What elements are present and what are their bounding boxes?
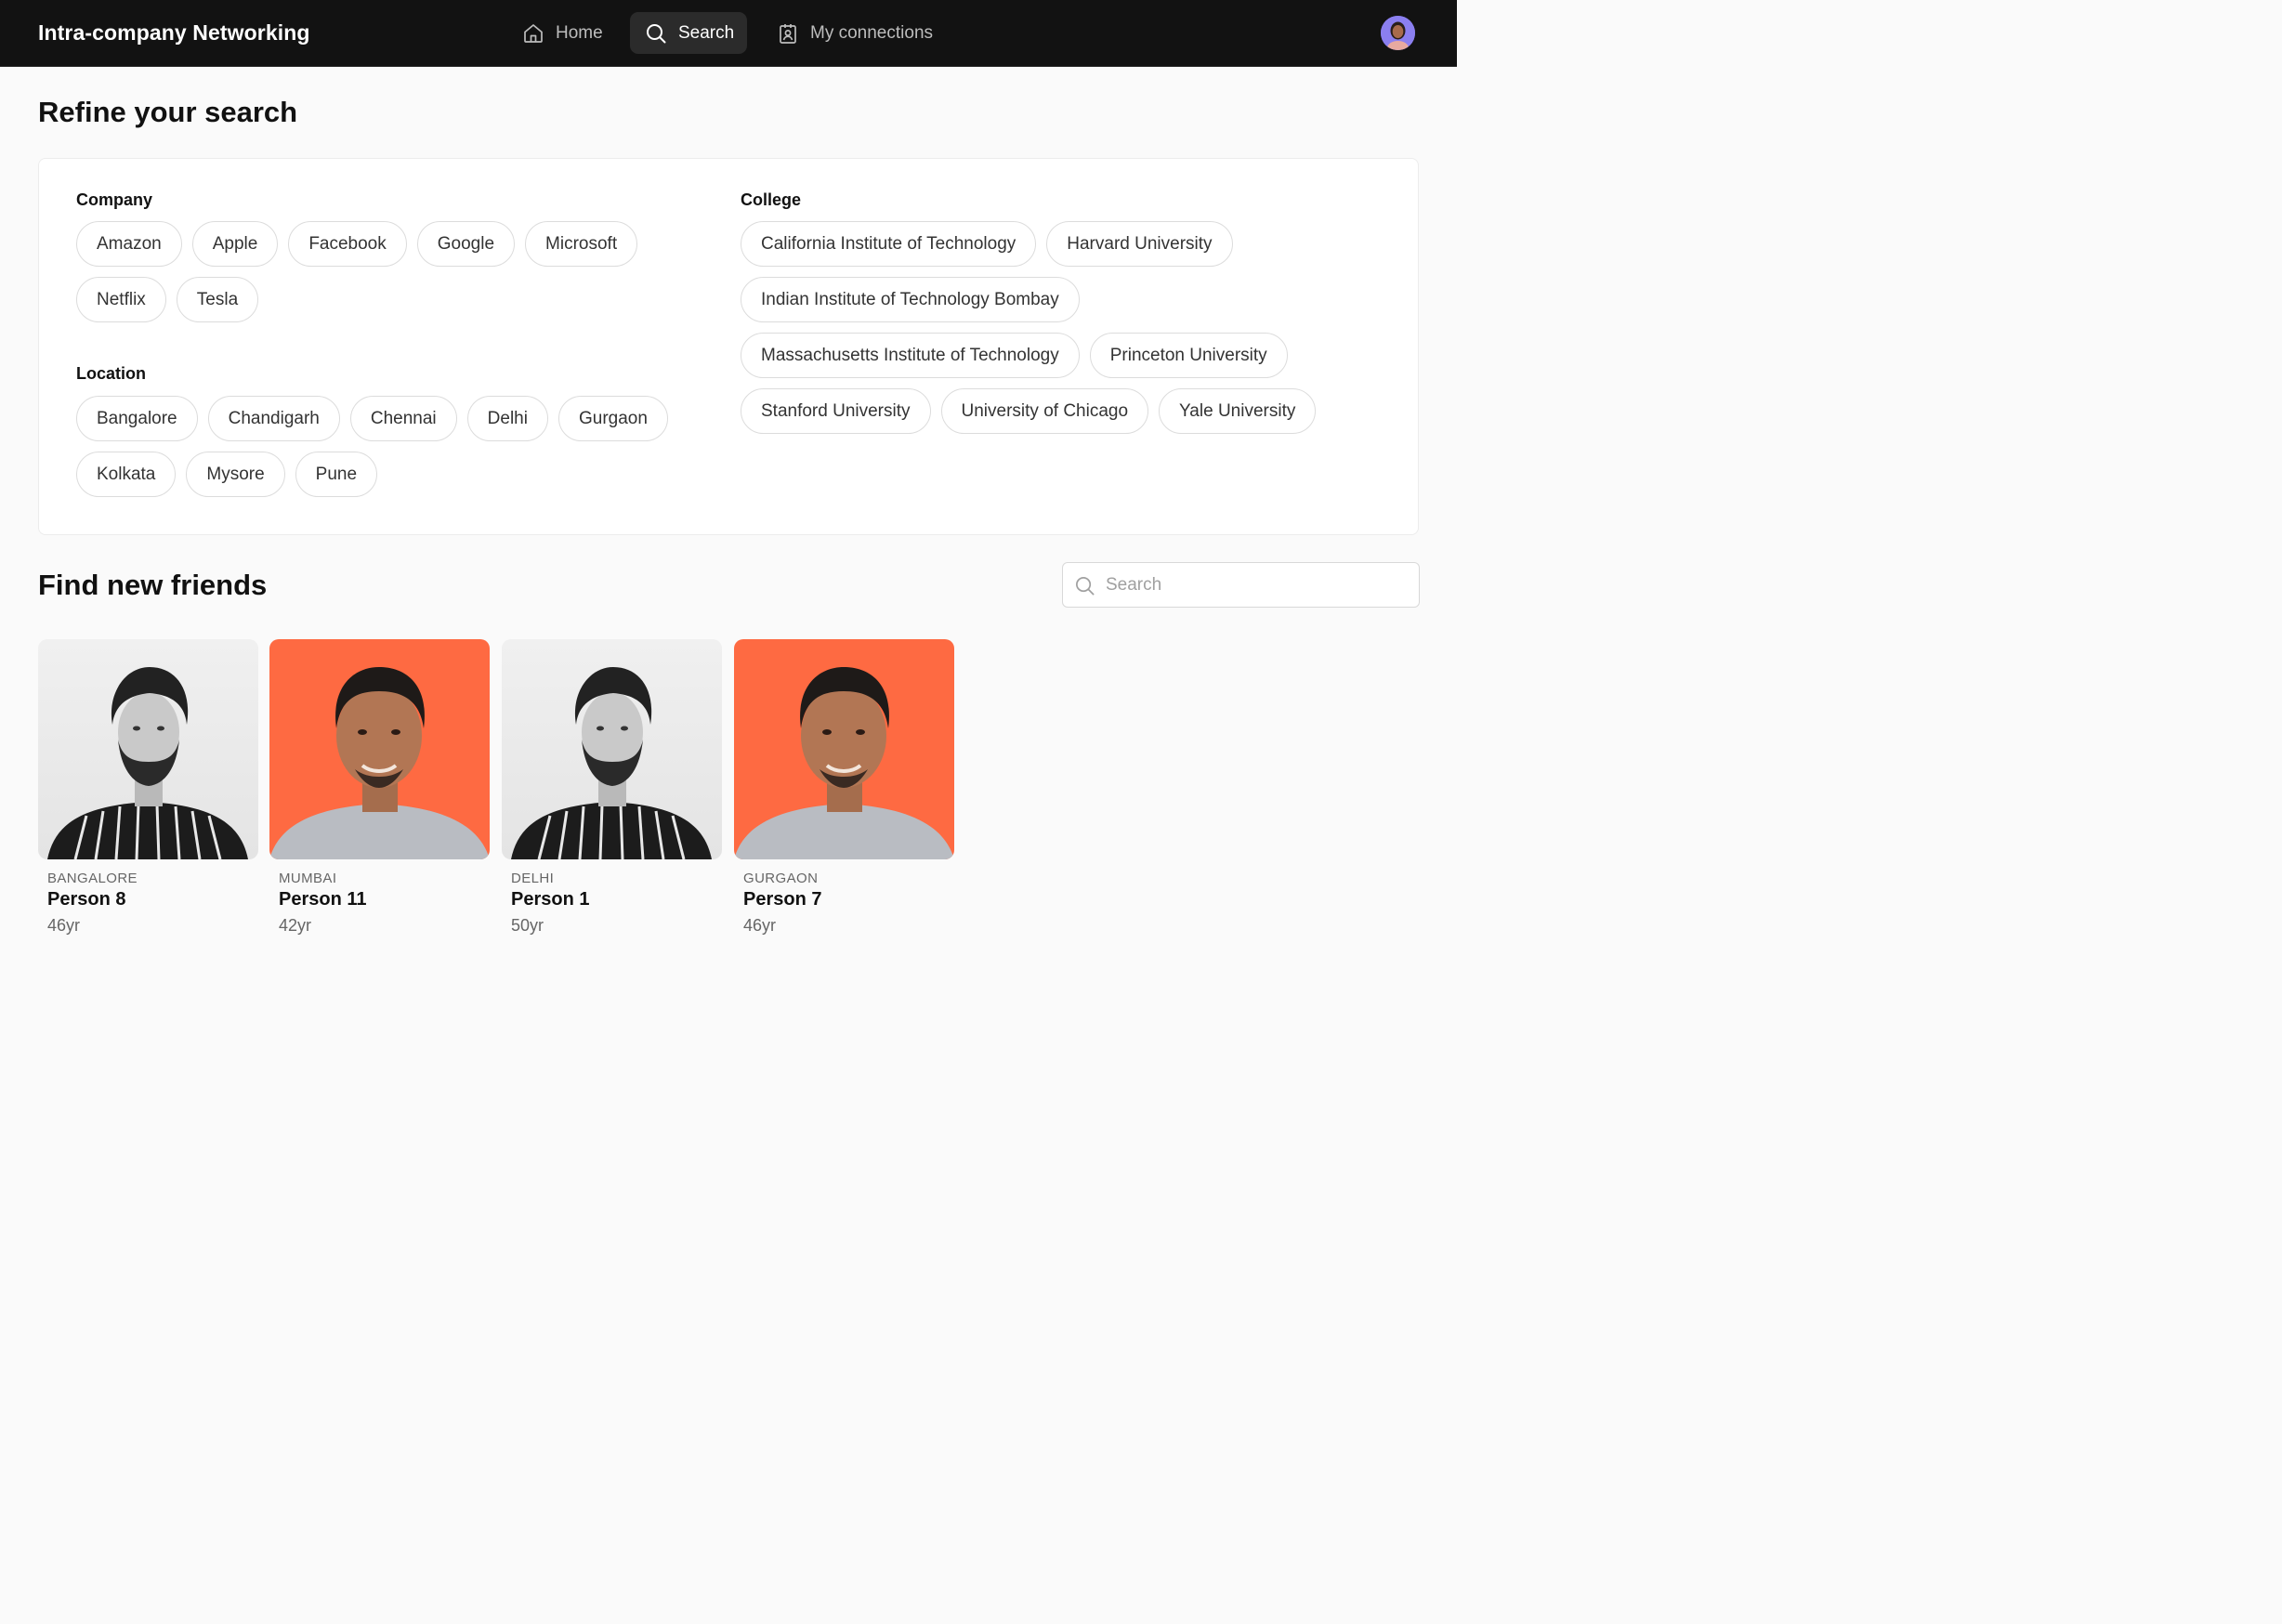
chip-college-harvard[interactable]: Harvard University	[1046, 221, 1233, 267]
chip-college-mit[interactable]: Massachusetts Institute of Technology	[741, 333, 1080, 378]
nav-search-label: Search	[678, 22, 735, 43]
portrait-smiling-man-icon	[734, 667, 954, 859]
nav-my-connections[interactable]: My connections	[762, 12, 948, 54]
person-photo	[734, 639, 954, 859]
chip-company-facebook[interactable]: Facebook	[288, 221, 407, 267]
person-name: Person 1	[511, 889, 590, 910]
person-card[interactable]: GURGAON Person 7 46yr	[734, 639, 954, 936]
company-chips: Amazon Apple Facebook Google Microsoft N…	[76, 221, 671, 322]
find-friends-title: Find new friends	[38, 569, 268, 601]
chip-college-yale[interactable]: Yale University	[1159, 388, 1317, 434]
person-name: Person 11	[279, 889, 367, 910]
user-avatar[interactable]	[1381, 16, 1415, 50]
portrait-bearded-man-icon	[511, 667, 712, 859]
portrait-bearded-man-icon	[47, 667, 248, 859]
person-name: Person 7	[743, 889, 822, 910]
chip-college-princeton[interactable]: Princeton University	[1089, 333, 1288, 378]
person-photo	[38, 639, 258, 859]
top-navigation-bar: Intra-company Networking Home Search My …	[0, 0, 1457, 67]
person-card[interactable]: MUMBAI Person 11 42yr	[269, 639, 490, 936]
person-location: BANGALORE	[47, 871, 138, 886]
refine-search-title: Refine your search	[38, 96, 298, 128]
person-age: 46yr	[743, 916, 777, 935]
person-age: 50yr	[511, 916, 544, 935]
chip-location-mysore[interactable]: Mysore	[186, 452, 285, 497]
person-location: DELHI	[511, 871, 555, 886]
college-filter-label: College	[741, 190, 802, 209]
chip-company-amazon[interactable]: Amazon	[76, 221, 182, 267]
chip-company-netflix[interactable]: Netflix	[76, 277, 166, 322]
friend-search-input[interactable]	[1106, 563, 1412, 607]
search-icon	[1076, 577, 1095, 596]
chip-college-caltech[interactable]: California Institute of Technology	[741, 221, 1037, 267]
nav-search[interactable]: Search	[630, 12, 747, 54]
chip-location-delhi[interactable]: Delhi	[466, 396, 548, 441]
person-card[interactable]: DELHI Person 1 50yr	[502, 639, 722, 936]
chip-location-bangalore[interactable]: Bangalore	[76, 396, 198, 441]
friend-search-box	[1062, 562, 1420, 608]
contact-badge-icon	[780, 23, 796, 44]
chip-location-pune[interactable]: Pune	[295, 452, 378, 497]
chip-college-stanford[interactable]: Stanford University	[741, 388, 931, 434]
nav-home[interactable]: Home	[507, 12, 618, 54]
chip-college-uchicago[interactable]: University of Chicago	[940, 388, 1149, 434]
avatar-portrait-icon	[1381, 16, 1415, 50]
chip-location-chandigarh[interactable]: Chandigarh	[207, 396, 340, 441]
nav-home-label: Home	[556, 22, 603, 43]
person-age: 42yr	[279, 916, 312, 935]
home-icon	[524, 23, 543, 43]
person-name: Person 8	[47, 889, 126, 910]
nav-my-connections-label: My connections	[810, 22, 934, 43]
location-filter-label: Location	[76, 364, 146, 383]
search-icon	[647, 23, 666, 43]
chip-college-iit-bombay[interactable]: Indian Institute of Technology Bombay	[741, 277, 1080, 322]
chip-location-gurgaon[interactable]: Gurgaon	[557, 396, 668, 441]
chip-company-google[interactable]: Google	[416, 221, 516, 267]
person-photo	[502, 639, 722, 859]
company-filter-label: Company	[76, 190, 153, 209]
chip-company-microsoft[interactable]: Microsoft	[525, 221, 638, 267]
person-card[interactable]: BANGALORE Person 8 46yr	[38, 639, 258, 936]
app-title: Intra-company Networking	[38, 20, 310, 45]
chip-location-chennai[interactable]: Chennai	[349, 396, 457, 441]
person-age: 46yr	[47, 916, 81, 935]
person-location: MUMBAI	[279, 871, 337, 886]
portrait-smiling-man-icon	[269, 667, 490, 859]
chip-location-kolkata[interactable]: Kolkata	[76, 452, 177, 497]
chip-company-tesla[interactable]: Tesla	[176, 277, 259, 322]
person-location: GURGAON	[743, 871, 819, 886]
chip-company-apple[interactable]: Apple	[191, 221, 279, 267]
filter-panel: Company Amazon Apple Facebook Google Mic…	[38, 158, 1419, 535]
college-chips: California Institute of Technology Harva…	[741, 221, 1335, 434]
person-photo	[269, 639, 490, 859]
location-chips: Bangalore Chandigarh Chennai Delhi Gurga…	[76, 396, 689, 497]
